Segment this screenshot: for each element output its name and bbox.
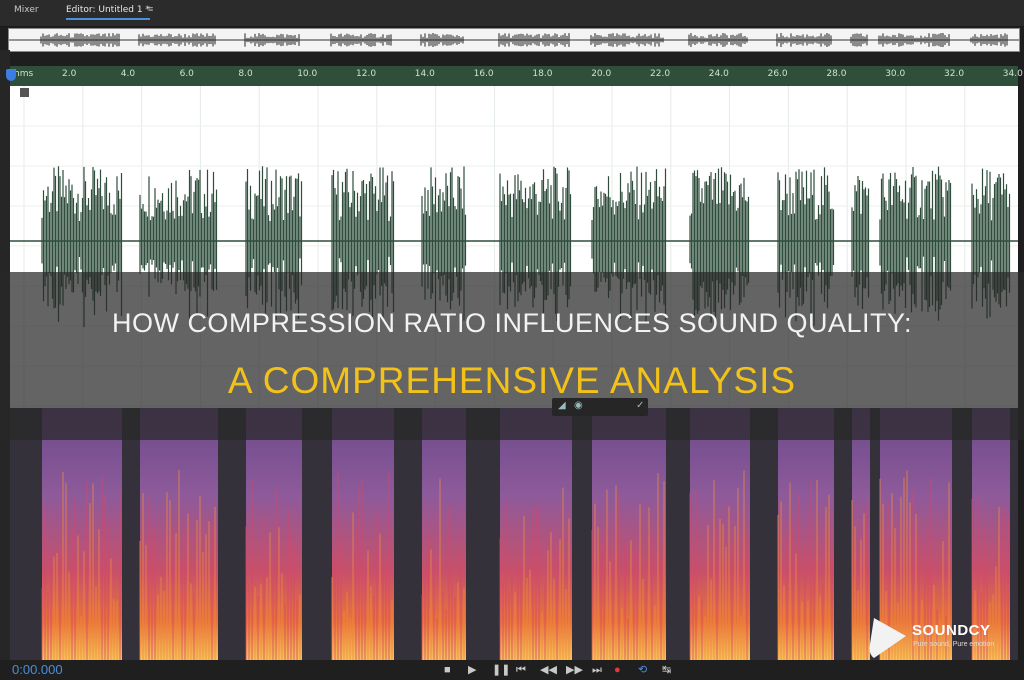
ruler-tick-label: 18.0 xyxy=(532,69,553,79)
tab-mixer[interactable]: Mixer xyxy=(14,5,39,15)
ruler-tick-label: 2.0 xyxy=(62,69,77,79)
loop-icon[interactable]: ⟲ xyxy=(638,663,647,677)
ruler-tick-label: 10.0 xyxy=(297,69,318,79)
ruler-tick-label: 6.0 xyxy=(179,69,194,79)
article-title-line-2: A COMPREHENSIVE ANALYSIS xyxy=(227,360,797,401)
article-title-line-1: HOW COMPRESSION RATIO INFLUENCES SOUND Q… xyxy=(111,308,913,338)
ruler-tick-label: 24.0 xyxy=(708,69,729,79)
skip-back-icon[interactable]: ⏮ xyxy=(516,663,526,677)
play-icon[interactable]: ▶ xyxy=(468,663,476,677)
ruler-tick-label: 12.0 xyxy=(356,69,377,79)
ruler-tick-label: 4.0 xyxy=(120,69,136,79)
time-ruler[interactable]: hms 2.0 4.0 6.0 8.0 10.0 12.0 14.0 16.0 18.0 20.0… xyxy=(10,66,1023,86)
ruler-tick-label: 34.0 xyxy=(1002,69,1023,79)
ruler-unit-label: hms xyxy=(14,69,34,79)
waveform-overview[interactable] xyxy=(8,28,1020,52)
rewind-icon[interactable]: ◀◀ xyxy=(540,663,557,677)
ruler-tick-label: 14.0 xyxy=(414,69,435,79)
panel-tab-bar: Mixer Editor: Untitled 1 * ≡ xyxy=(0,0,1024,27)
logo-tagline: Pure sound, Pure emotion xyxy=(913,641,995,648)
skip-selection-icon[interactable]: ↹ xyxy=(662,663,671,677)
logo-name: SOUNDCY xyxy=(912,622,991,639)
fast-forward-icon[interactable]: ▶▶ xyxy=(566,663,583,677)
stop-icon[interactable]: ■ xyxy=(444,663,451,677)
playhead-handle[interactable] xyxy=(6,69,16,81)
ruler-tick-label: 26.0 xyxy=(767,69,788,79)
ruler-tick-label: 16.0 xyxy=(473,69,494,79)
transport-bar: 0:00.000 ■ ▶ ❚❚ ⏮ ◀◀ ▶▶ ⏭ ● ⟲ ↹ xyxy=(0,660,1024,680)
pause-icon[interactable]: ❚❚ xyxy=(492,663,510,677)
hamburger-menu-icon[interactable]: ≡ xyxy=(148,4,153,14)
ruler-tick-label: 8.0 xyxy=(238,69,253,79)
ruler-tick-label: 30.0 xyxy=(885,69,906,79)
soundcy-logo: SOUNDCY Pure sound, Pure emotion xyxy=(866,614,1016,660)
timecode-display: 0:00.000 xyxy=(12,662,63,677)
ruler-tick-label: 22.0 xyxy=(650,69,671,79)
ruler-tick-label: 20.0 xyxy=(591,69,612,79)
skip-forward-icon[interactable]: ⏭ xyxy=(592,663,602,677)
ruler-tick-label: 32.0 xyxy=(944,69,965,79)
ruler-tick-label: 28.0 xyxy=(826,69,847,79)
play-triangle-logo-icon xyxy=(869,618,906,658)
title-banner xyxy=(0,272,1024,440)
record-icon[interactable]: ● xyxy=(614,663,621,677)
tab-editor[interactable]: Editor: Untitled 1 * xyxy=(66,5,150,20)
